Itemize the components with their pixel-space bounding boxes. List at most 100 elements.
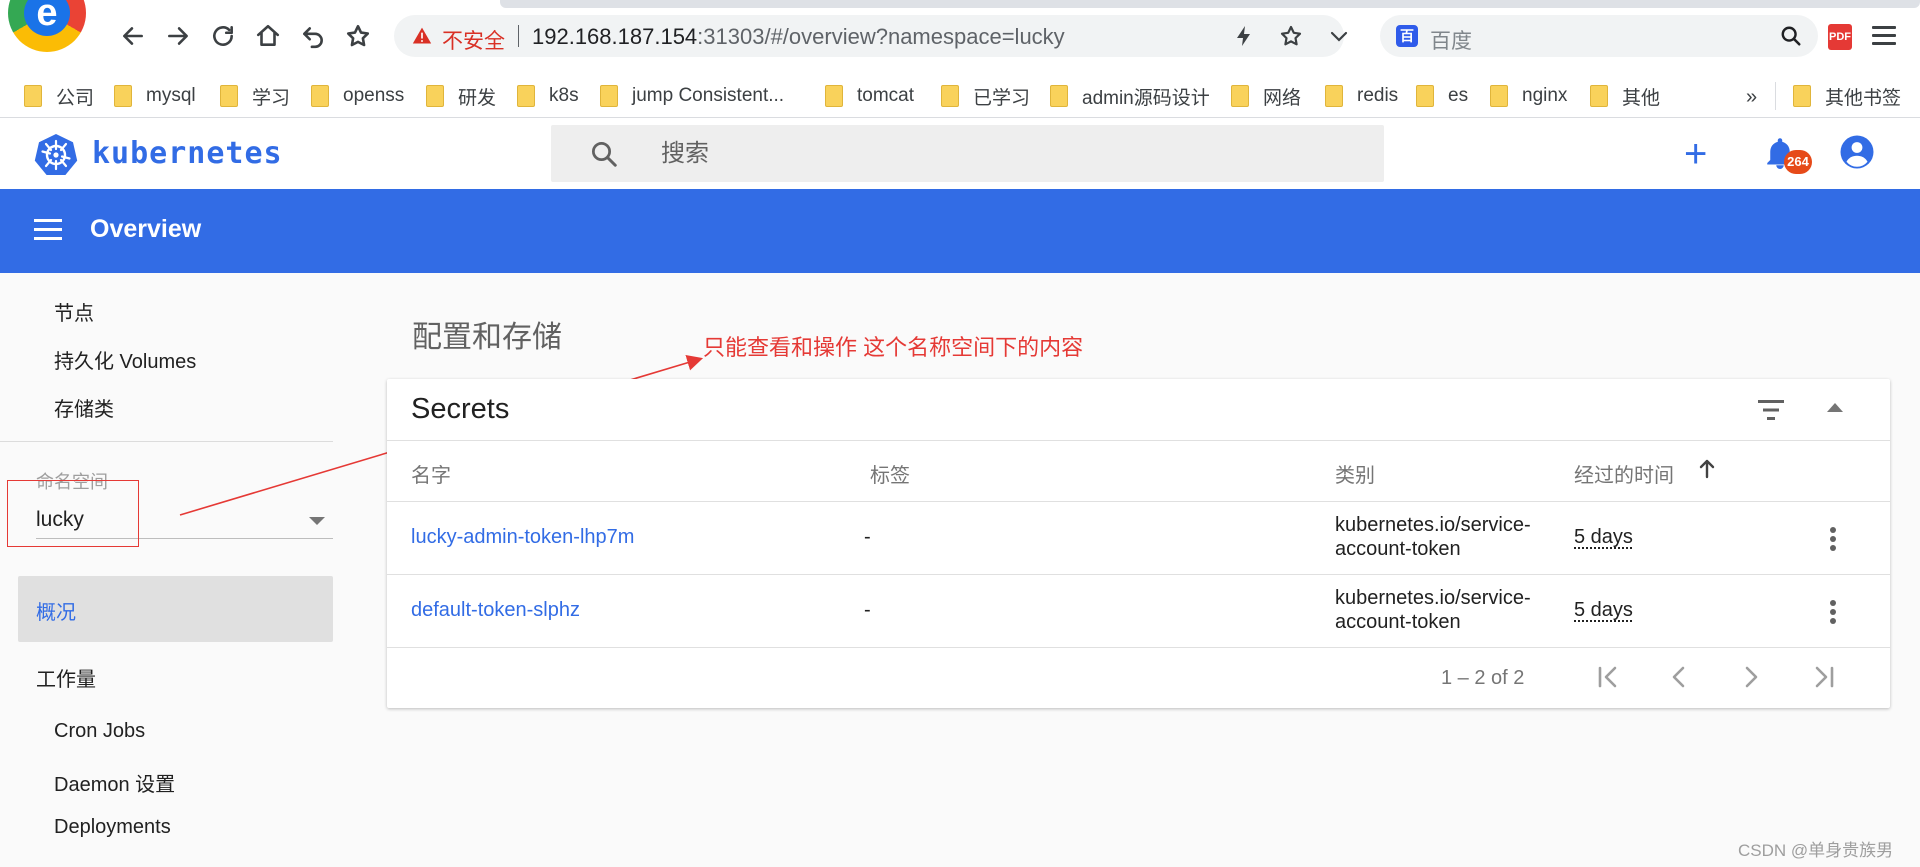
folder-icon	[24, 85, 42, 107]
last-page-icon	[1815, 666, 1834, 688]
sidebar-divider	[0, 441, 333, 442]
sidebar-item-nodes[interactable]: 节点	[54, 297, 94, 326]
bookmark-item[interactable]: openss	[311, 82, 404, 110]
create-button[interactable]: +	[1684, 134, 1707, 174]
bookmark-label: 公司	[56, 87, 95, 109]
browser-logo-icon: e	[8, 0, 86, 52]
secret-name-link[interactable]: lucky-admin-token-lhp7m	[411, 525, 634, 549]
column-header-age[interactable]: 经过的时间	[1574, 459, 1674, 488]
address-bar[interactable]: 不安全 192.168.187.154:31303/#/overview?nam…	[394, 15, 1348, 57]
bookmark-item[interactable]: nginx	[1490, 82, 1567, 110]
bookmark-item[interactable]: 公司	[24, 82, 94, 110]
secret-type-line2: account-token	[1335, 538, 1461, 560]
sidebar: 节点 持久化 Volumes 存储类 命名空间 lucky 概况 工作量 Cro…	[0, 273, 333, 867]
first-page-button[interactable]	[1592, 662, 1626, 692]
tab-strip[interactable]	[500, 0, 1920, 8]
column-header-labels[interactable]: 标签	[870, 459, 910, 488]
lightning-icon[interactable]	[1232, 24, 1256, 48]
more-vert-icon[interactable]	[1829, 527, 1837, 553]
search-icon[interactable]	[1780, 25, 1802, 47]
home-icon	[256, 24, 280, 46]
folder-icon	[1231, 85, 1249, 107]
insecure-label[interactable]: 不安全	[442, 25, 505, 55]
watermark-text: CSDN @单身贵族男	[1738, 841, 1894, 860]
bookmark-label: 已学习	[973, 87, 1031, 109]
home-button[interactable]	[252, 20, 284, 52]
bookmark-item[interactable]: 学习	[220, 82, 290, 110]
bookmark-label: nginx	[1522, 85, 1568, 106]
account-circle-icon[interactable]	[1839, 134, 1875, 170]
back-button[interactable]	[117, 20, 149, 52]
secret-name-link[interactable]: default-token-slphz	[411, 598, 580, 622]
bookmarks-overflow-button[interactable]: »	[1746, 86, 1757, 109]
card-title: Secrets	[411, 393, 510, 425]
arrow-left-icon	[123, 27, 143, 45]
sidebar-item-daemon-sets[interactable]: Daemon 设置	[54, 768, 175, 797]
bookmark-item[interactable]: redis	[1325, 82, 1398, 110]
sidebar-item-cron-jobs[interactable]: Cron Jobs	[54, 720, 145, 743]
bookmark-item[interactable]: jump Consistent...	[600, 82, 784, 110]
previous-page-button[interactable]	[1662, 662, 1696, 692]
sidebar-item-deployments[interactable]: Deployments	[54, 816, 171, 839]
forward-button[interactable]	[162, 20, 194, 52]
bookmark-item[interactable]: 其他	[1590, 82, 1660, 110]
undo-icon	[303, 27, 323, 49]
bookmark-label: 研发	[458, 87, 497, 109]
bookmark-label: mysql	[146, 85, 196, 106]
favorite-star-icon[interactable]	[1279, 24, 1303, 48]
bookmark-item[interactable]: es	[1416, 82, 1468, 110]
last-page-button[interactable]	[1806, 662, 1840, 692]
column-header-type[interactable]: 类别	[1335, 459, 1375, 488]
bookmark-label: admin源码设计	[1082, 87, 1210, 109]
url-host: 192.168.187.154	[532, 24, 698, 49]
sidebar-group-workloads[interactable]: 工作量	[36, 663, 96, 692]
card-divider	[387, 440, 1890, 441]
bookmark-star-button[interactable]	[342, 20, 374, 52]
search-bar[interactable]	[551, 125, 1384, 182]
bookmark-label: tomcat	[857, 85, 915, 106]
more-vert-icon[interactable]	[1829, 600, 1837, 626]
search-input[interactable]	[661, 140, 1341, 168]
sidebar-item-storage-classes[interactable]: 存储类	[54, 393, 114, 422]
bookmark-item[interactable]: mysql	[114, 82, 196, 110]
filter-icon[interactable]	[1756, 397, 1786, 423]
bookmark-item[interactable]: admin源码设计	[1050, 82, 1210, 110]
undo-button[interactable]	[297, 20, 329, 52]
bookmark-label: redis	[1357, 85, 1399, 106]
hamburger-menu-icon[interactable]	[34, 219, 62, 241]
pdf-icon[interactable]: PDF	[1828, 24, 1852, 50]
folder-icon	[426, 85, 444, 107]
chevron-left-icon	[1672, 666, 1685, 688]
sidebar-item-overview[interactable]: 概况	[18, 576, 333, 642]
section-title: 配置和存储	[412, 321, 562, 354]
other-bookmarks[interactable]: 其他书签	[1793, 82, 1901, 110]
app-header: kubernetes + 264	[0, 118, 1920, 189]
bookmark-item[interactable]: 研发	[426, 82, 496, 110]
kubernetes-logo-icon[interactable]	[34, 132, 78, 176]
bookmark-item[interactable]: k8s	[517, 82, 579, 110]
bookmark-item[interactable]: tomcat	[825, 82, 914, 110]
folder-icon	[1050, 85, 1068, 107]
reload-button[interactable]	[207, 20, 239, 52]
brand-title[interactable]: kubernetes	[92, 136, 283, 171]
notification-count-badge: 264	[1784, 150, 1812, 174]
collapse-icon[interactable]	[1827, 403, 1843, 412]
folder-icon	[1793, 85, 1811, 107]
bookmark-label: 学习	[252, 87, 291, 109]
column-header-name[interactable]: 名字	[411, 459, 451, 488]
secret-age: 5 days	[1574, 526, 1633, 548]
bookmark-item[interactable]: 已学习	[941, 82, 1030, 110]
sidebar-item-persistent-volumes[interactable]: 持久化 Volumes	[54, 345, 196, 374]
sort-arrow-up-icon[interactable]	[1699, 459, 1715, 479]
bookmark-label: openss	[343, 85, 405, 106]
next-page-button[interactable]	[1734, 662, 1768, 692]
url-text[interactable]: 192.168.187.154:31303/#/overview?namespa…	[532, 24, 1065, 50]
browser-search-box[interactable]: 百 百度	[1380, 15, 1818, 57]
folder-icon	[600, 85, 618, 107]
secret-type-line1: kubernetes.io/service-	[1335, 514, 1531, 536]
bookmark-item[interactable]: 网络	[1231, 82, 1301, 110]
reload-icon	[213, 26, 233, 46]
annotation-text: 只能查看和操作 这个名称空间下的内容	[703, 335, 1084, 360]
browser-menu-icon[interactable]	[1872, 26, 1896, 46]
chevron-down-icon[interactable]	[1327, 24, 1351, 48]
